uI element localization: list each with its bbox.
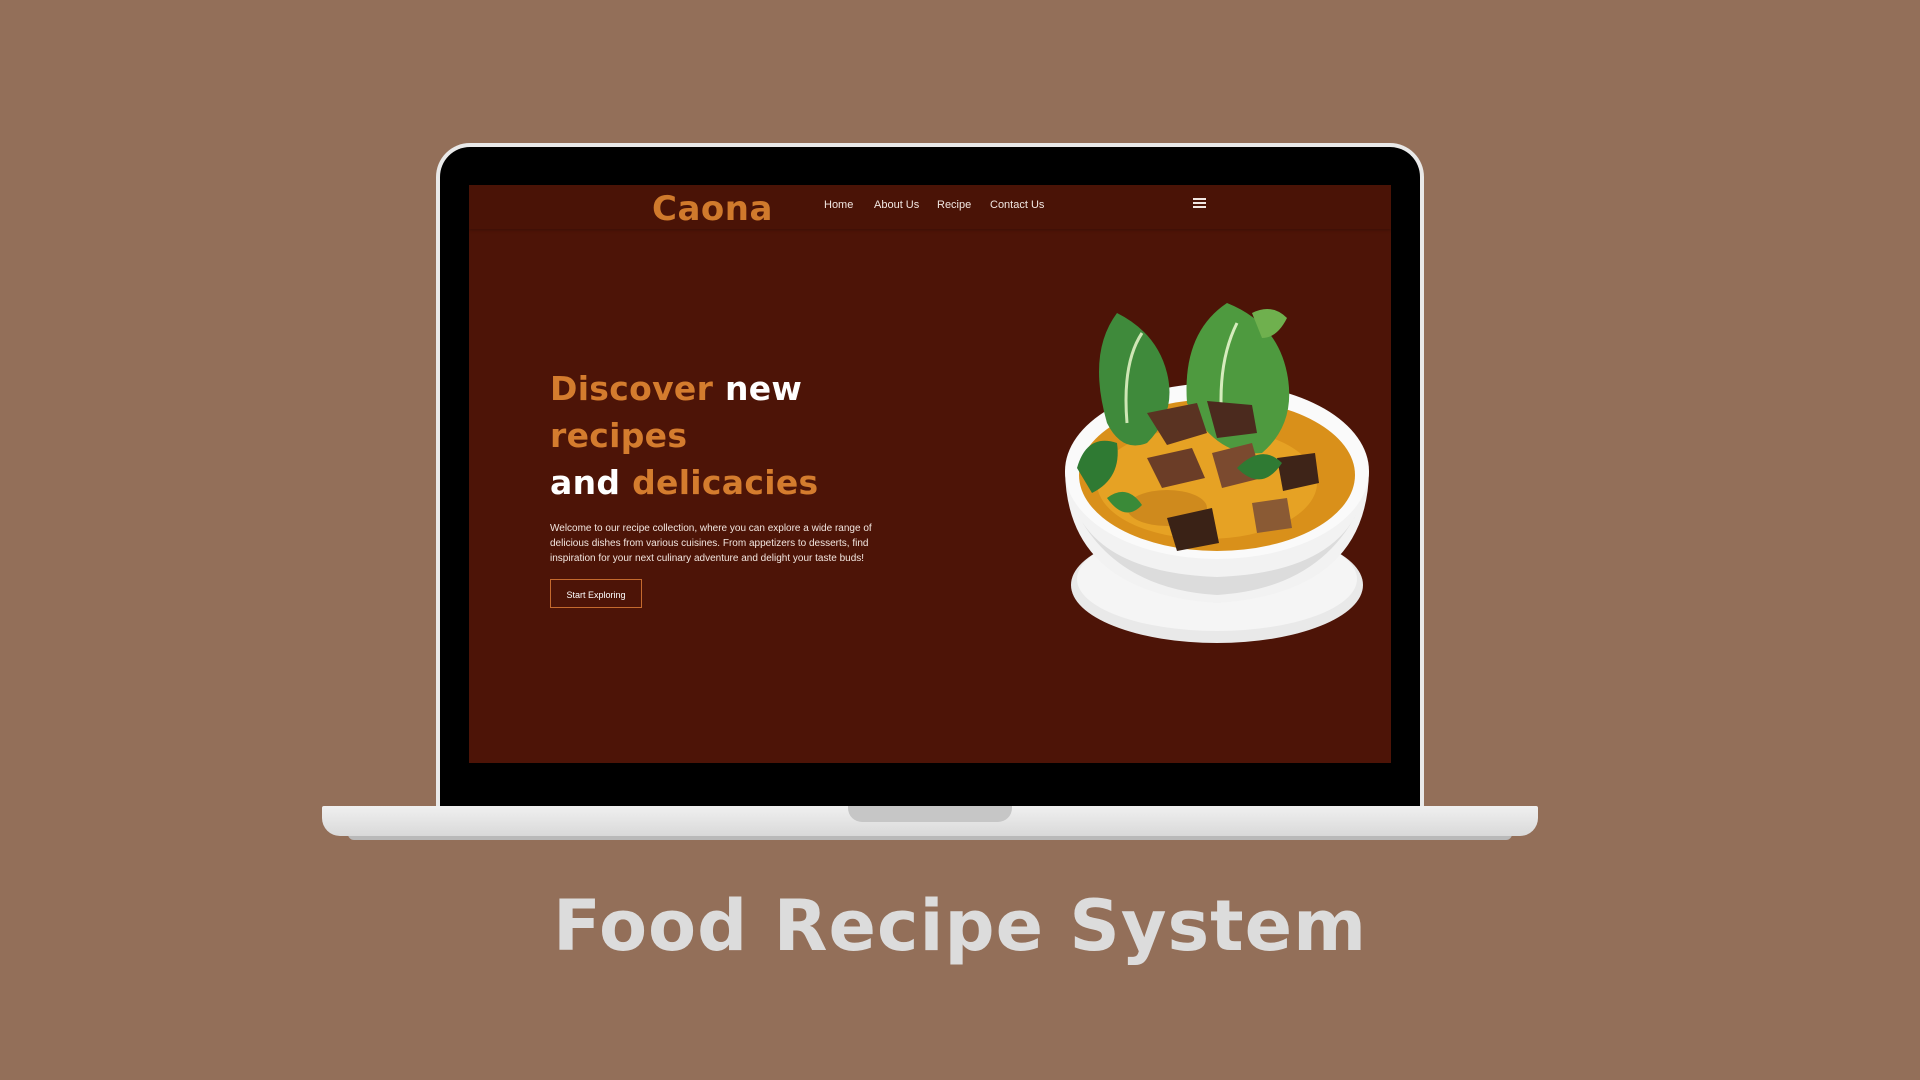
nav-about-us[interactable]: About Us <box>874 199 919 211</box>
hero-title-and: and <box>550 463 621 502</box>
hero-description: Welcome to our recipe collection, where … <box>550 523 872 564</box>
project-caption: Food Recipe System <box>552 885 1368 967</box>
laptop-screen: Caona Home About Us Recipe Contact Us Di… <box>469 185 1391 763</box>
nav-contact-us[interactable]: Contact Us <box>990 199 1044 211</box>
hamburger-menu-icon[interactable] <box>1193 198 1206 212</box>
hero-title-discover: Discover <box>550 369 714 408</box>
start-exploring-button[interactable]: Start Exploring <box>550 579 642 608</box>
brand-logo[interactable]: Caona <box>652 189 773 229</box>
soup-bowl-image <box>1065 303 1369 643</box>
hero-title-delicacies: delicacies <box>632 463 819 502</box>
hero-title: Discover new recipes and delicacies <box>550 365 818 506</box>
nav-home[interactable]: Home <box>824 199 853 211</box>
nav-recipe[interactable]: Recipe <box>937 199 971 211</box>
navbar: Caona Home About Us Recipe Contact Us <box>469 185 1391 229</box>
hero-title-recipes: recipes <box>550 416 688 455</box>
laptop-notch <box>848 806 1012 822</box>
hero-title-new: new <box>724 369 803 408</box>
